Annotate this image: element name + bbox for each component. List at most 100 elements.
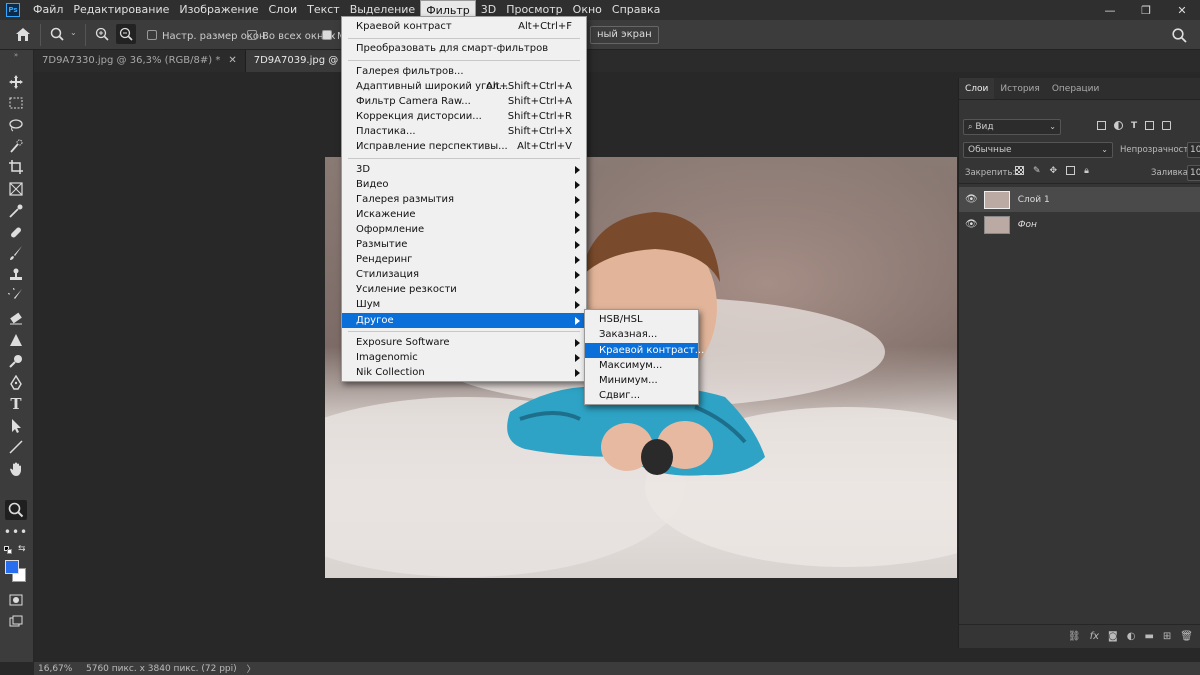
screen-mode-icon[interactable] [5,611,27,631]
menu-item-convert-smart-filters[interactable]: Преобразовать для смарт-фильтров [342,41,586,56]
more-tools-icon[interactable]: ••• [4,522,27,542]
crop-tool-icon[interactable] [5,157,27,177]
maximize-icon[interactable]: ❐ [1128,0,1164,20]
zoom-tool-icon[interactable] [5,500,27,520]
submenu-item-offset[interactable]: Сдвиг... [585,388,698,403]
marquee-tool-icon[interactable] [5,93,27,113]
menu-item-last-filter[interactable]: Краевой контраст Alt+Ctrl+F [342,19,586,34]
menu-item-video[interactable]: Видео [342,177,586,192]
menu-image[interactable]: Изображение [174,0,263,20]
layer-style-fx-icon[interactable]: fx [1090,631,1099,642]
healing-brush-tool-icon[interactable] [5,222,27,242]
close-window-icon[interactable]: ✕ [1164,0,1200,20]
menu-item-other[interactable]: Другое [342,313,586,328]
frame-tool-icon[interactable] [5,179,27,199]
menu-item-liquify[interactable]: Пластика... Shift+Ctrl+X [342,124,586,139]
path-selection-tool-icon[interactable] [5,416,27,436]
tab-document-1[interactable]: 7D9A7330.jpg @ 36,3% (RGB/8#) * ✕ [34,50,246,72]
default-colors-icon[interactable] [4,546,12,554]
fill-input[interactable]: 10 [1187,165,1200,181]
menu-edit[interactable]: Редактирование [68,0,174,20]
eye-icon[interactable]: 👁︎ [965,194,978,205]
menu-item-noise[interactable]: Шум [342,297,586,312]
lock-transparent-icon[interactable] [1015,166,1024,175]
status-menu-arrow-icon[interactable]: 〉 [247,662,256,675]
quick-selection-tool-icon[interactable] [5,136,27,156]
home-icon[interactable] [15,27,31,42]
smart-object-filter-icon[interactable] [1162,121,1172,130]
menu-item-filter-gallery[interactable]: Галерея фильтров... [342,64,586,79]
checkbox-box-checked[interactable] [322,30,332,40]
zoom-out-button[interactable] [116,24,136,44]
lock-position-icon[interactable]: ✥ [1050,166,1058,176]
chevron-down-icon[interactable]: ⌄ [70,28,77,37]
layer-row-background[interactable]: 👁︎ Фон [959,212,1200,237]
brush-tool-icon[interactable] [5,243,27,263]
checkbox-box[interactable] [247,30,257,40]
menu-item-lens-correction[interactable]: Коррекция дисторсии... Shift+Ctrl+R [342,109,586,124]
foreground-color-swatch[interactable] [5,560,19,574]
checkbox-box[interactable] [147,30,157,40]
menu-item-stylize-design[interactable]: Оформление [342,222,586,237]
quick-mask-icon[interactable] [5,590,27,610]
menu-item-imagenomic[interactable]: Imagenomic [342,350,586,365]
menu-type[interactable]: Текст [302,0,345,20]
adjustment-filter-icon[interactable] [1114,121,1123,130]
menu-item-vanishing-point[interactable]: Исправление перспективы... Alt+Ctrl+V [342,139,586,154]
blend-mode-select[interactable]: Обычные ⌄ [963,142,1113,158]
type-tool-icon[interactable]: T [5,394,27,414]
layer-row-layer1[interactable]: 👁︎ Слой 1 [959,187,1200,212]
menu-item-blur[interactable]: Размытие [342,237,586,252]
toolbar-collapse-icon[interactable]: » [5,50,27,60]
lock-all-icon[interactable]: 🔒︎ [1084,166,1089,176]
new-group-folder-icon[interactable]: ▬ [1144,631,1153,642]
submenu-item-minimum[interactable]: Минимум... [585,373,698,388]
dodge-tool-icon[interactable] [5,351,27,371]
add-mask-icon[interactable]: ◙ [1108,631,1118,642]
submenu-item-custom[interactable]: Заказная... [585,327,698,342]
line-tool-icon[interactable] [5,437,27,457]
submenu-item-maximum[interactable]: Максимум... [585,358,698,373]
eraser-tool-icon[interactable] [5,308,27,328]
menu-item-stylize[interactable]: Стилизация [342,267,586,282]
search-button[interactable] [1168,24,1190,46]
menu-layers[interactable]: Слои [264,0,303,20]
menu-item-blur-gallery[interactable]: Галерея размытия [342,192,586,207]
hand-tool-icon[interactable] [5,459,27,479]
menu-item-distort[interactable]: Искажение [342,207,586,222]
eye-icon[interactable]: 👁︎ [965,219,978,230]
history-brush-tool-icon[interactable] [5,286,27,306]
fullscreen-button[interactable]: ный экран [590,26,659,44]
menu-item-3d[interactable]: 3D [342,162,586,177]
menu-item-render[interactable]: Рендеринг [342,252,586,267]
swap-colors-icon[interactable]: ⇆ [18,544,26,554]
zoom-in-icon[interactable] [95,27,109,41]
photoshop-logo-icon[interactable]: Ps [6,3,20,17]
type-filter-icon[interactable]: T [1131,121,1137,131]
menu-help[interactable]: Справка [607,0,665,20]
shape-filter-icon[interactable] [1145,121,1155,130]
menu-item-exposure-software[interactable]: Exposure Software [342,335,586,350]
close-tab-icon[interactable]: ✕ [228,55,236,66]
pen-tool-icon[interactable] [5,373,27,393]
lock-image-icon[interactable]: ✎ [1033,166,1041,176]
tab-actions[interactable]: Операции [1046,78,1106,99]
submenu-item-high-pass[interactable]: Краевой контраст... [585,343,704,358]
clone-stamp-tool-icon[interactable] [5,265,27,285]
menu-item-camera-raw[interactable]: Фильтр Camera Raw... Shift+Ctrl+A [342,94,586,109]
menu-file[interactable]: Файл [28,0,68,20]
zoom-tool-preset-icon[interactable] [50,27,64,41]
opacity-input[interactable]: 10 [1187,142,1200,158]
eyedropper-tool-icon[interactable] [5,201,27,221]
submenu-item-hsb-hsl[interactable]: HSB/HSL [585,312,698,327]
layer-filter-select[interactable]: ⌕ Вид ⌄ [963,119,1061,135]
adjustment-layer-icon[interactable]: ◐ [1127,631,1136,642]
gradient-tool-icon[interactable] [5,330,27,350]
link-layers-icon[interactable]: ⛓︎ [1068,631,1081,642]
lock-artboard-icon[interactable] [1066,166,1076,175]
tab-layers[interactable]: Слои [959,78,995,99]
move-tool-icon[interactable] [5,72,27,92]
tab-history[interactable]: История [994,78,1045,99]
zoom-level[interactable]: 16,67% [38,664,82,674]
minimize-icon[interactable]: — [1092,0,1128,20]
